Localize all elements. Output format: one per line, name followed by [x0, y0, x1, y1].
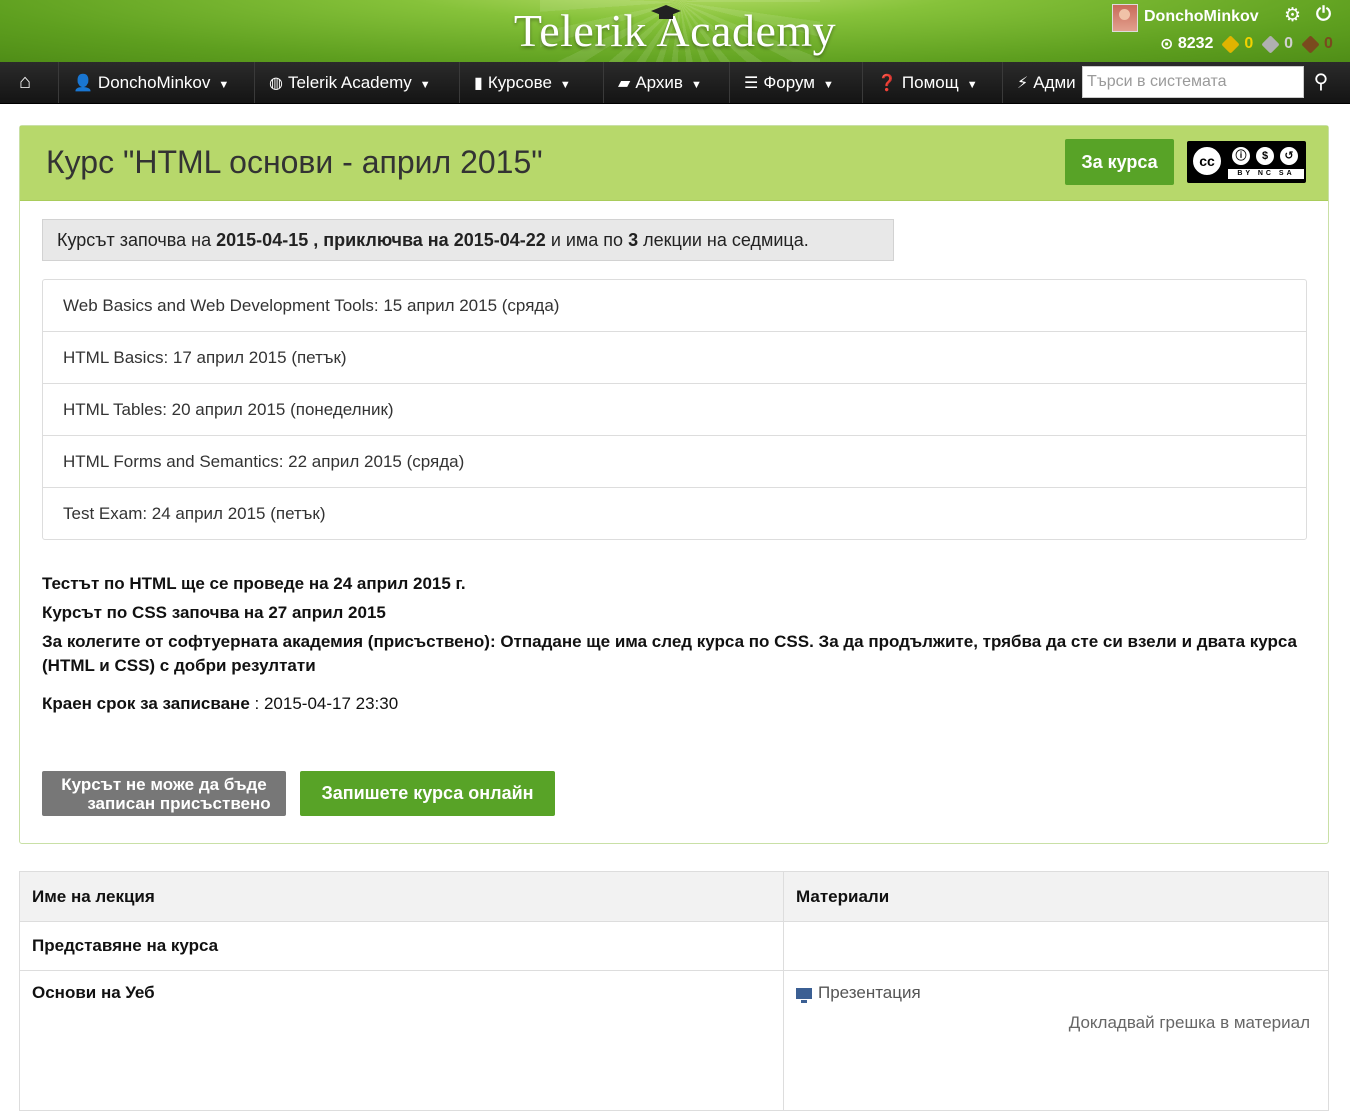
chevron-down-icon: ▼ — [559, 79, 571, 91]
nav-user-label: DonchoMinkov — [97, 73, 211, 92]
info-mid2: и има по — [550, 230, 624, 250]
sa-icon: ↺ — [1278, 145, 1300, 167]
page-title: Курс "HTML основи - април 2015" — [46, 144, 543, 180]
column-header-materials: Материали — [783, 871, 1329, 922]
nav-user-menu[interactable]: 👤 DonchoMinkov ▼ — [59, 62, 255, 103]
enroll-online-button[interactable]: Запишете курса онлайн — [300, 771, 555, 816]
question-icon: ❓ — [877, 75, 897, 92]
about-course-button[interactable]: За курса — [1065, 139, 1174, 185]
graduation-cap-icon — [651, 5, 681, 19]
silver-tag-icon — [1261, 34, 1280, 54]
chevron-down-icon: ▼ — [966, 79, 978, 91]
column-header-lecture: Име на лекция — [19, 871, 784, 922]
power-icon[interactable]: ⏻ — [1316, 4, 1331, 26]
globe-icon: ◍ — [269, 75, 283, 92]
nav-forum[interactable]: ☰ Форум ▼ — [730, 62, 863, 103]
book-icon: ▮ — [474, 75, 483, 92]
monitor-icon — [796, 988, 812, 1004]
nav-courses-label: Курсове — [487, 73, 552, 92]
nav-help-label: Помощ — [901, 73, 959, 92]
enroll-offline-button[interactable]: Курсът не може да бъде записан присъстве… — [42, 771, 286, 816]
note-html-test: Тестът по HTML ще се проведе на 24 април… — [42, 574, 466, 593]
gear-icon[interactable]: ⚙ — [1284, 4, 1301, 27]
points-value: 8232 — [1177, 35, 1214, 52]
nav-admin[interactable]: ⚡ Адми — [1003, 62, 1083, 103]
search-icon[interactable]: ⚲ — [1306, 66, 1336, 98]
lectures-table: Име на лекция Материали Представяне на к… — [19, 871, 1329, 1111]
site-header: Telerik Academy DonchoMinkov ⚙ ⏻ ⊙ 8232 … — [0, 0, 1350, 62]
offline-button-line1: Курсът не може да бъде — [61, 775, 267, 794]
report-error-link[interactable]: Докладвай грешка в материал — [796, 1013, 1310, 1033]
deadline-label: Краен срок за записване — [42, 694, 250, 713]
gold-count: 0 — [1244, 35, 1254, 52]
course-panel: Курс "HTML основи - април 2015" За курса… — [19, 125, 1329, 844]
course-notes: Тестът по HTML ще се проведе на 24 април… — [42, 572, 1312, 683]
list-item: HTML Basics: 17 април 2015 (петък) — [43, 332, 1306, 384]
nav-home[interactable]: ⌂ — [0, 62, 59, 103]
nav-archive-label: Архив — [635, 73, 683, 92]
lectures-per-week: 3 — [628, 230, 639, 250]
note-css-start: Курсът по CSS започва на 27 април 2015 — [42, 603, 386, 622]
offline-button-line2: записан присъствено — [87, 794, 271, 813]
lecture-materials: Презентация Докладвай грешка в материал — [783, 970, 1329, 1111]
course-panel-header: Курс "HTML основи - април 2015" За курса… — [20, 126, 1328, 201]
chevron-down-icon: ▼ — [690, 79, 702, 91]
cc-license-badge[interactable]: cc ⓘ $ ↺ BY NC SA — [1187, 141, 1306, 183]
nav-courses[interactable]: ▮ Курсове ▼ — [460, 62, 604, 103]
gold-tag-icon — [1221, 34, 1240, 54]
table-header-row: Име на лекция Материали — [19, 871, 1329, 922]
list-item: Web Basics and Web Development Tools: 15… — [43, 280, 1306, 332]
course-end-date: 2015-04-22 — [453, 230, 546, 250]
info-suffix: лекции на седмица. — [643, 230, 809, 250]
chevron-down-icon: ▼ — [218, 79, 230, 91]
user-icon: 👤 — [73, 75, 93, 92]
nav-admin-label: Адми — [1033, 73, 1076, 92]
deadline-value: : 2015-04-17 23:30 — [254, 694, 399, 713]
chevron-down-icon: ▼ — [419, 79, 431, 91]
bronze-tag-icon — [1300, 34, 1320, 54]
presentation-link[interactable]: Презентация — [796, 983, 1316, 1004]
nav-academy-label: Telerik Academy — [287, 73, 412, 92]
registration-deadline: Краен срок за записване : 2015-04-17 23:… — [42, 694, 398, 714]
list-item: Test Exam: 24 април 2015 (петък) — [63, 504, 326, 523]
bronze-count: 0 — [1323, 35, 1333, 52]
chevron-down-icon: ▼ — [822, 79, 834, 91]
table-row: Представяне на курса — [19, 921, 1329, 971]
avatar[interactable] — [1112, 4, 1138, 32]
nav-help[interactable]: ❓ Помощ ▼ — [863, 62, 1003, 103]
points-icon: ⊙ — [1160, 36, 1174, 53]
lecture-schedule-list: Web Basics and Web Development Tools: 15… — [42, 279, 1307, 540]
info-mid: , приключва на — [313, 230, 449, 250]
info-prefix: Курсът започва на — [57, 230, 212, 250]
silver-count: 0 — [1284, 35, 1294, 52]
presentation-label: Презентация — [818, 983, 921, 1002]
license-strip: BY NC SA — [1228, 169, 1304, 179]
lecture-name: Представяне на курса — [19, 921, 784, 971]
lecture-name: Основи на Уеб — [19, 970, 784, 1111]
course-start-date: 2015-04-15 — [216, 230, 309, 250]
table-row: Основи на Уеб Презентация Докладвай греш… — [19, 970, 1329, 1111]
list-icon: ☰ — [744, 75, 759, 92]
nav-forum-label: Форум — [763, 73, 815, 92]
user-panel: DonchoMinkov ⚙ ⏻ ⊙ 8232 0 0 0 — [1112, 4, 1344, 60]
list-item: HTML Tables: 20 април 2015 (понеделник) — [43, 384, 1306, 436]
nav-archive[interactable]: ▰ Архив ▼ — [604, 62, 730, 103]
note-attendance: За колегите от софтуерната академия (при… — [42, 632, 1297, 675]
by-icon: ⓘ — [1230, 145, 1252, 167]
user-stats: ⊙ 8232 0 0 0 — [1160, 34, 1333, 54]
course-info-bar: Курсът започва на 2015-04-15 , приключва… — [42, 219, 894, 261]
bolt-icon: ⚡ — [1017, 75, 1029, 92]
home-icon: ⌂ — [19, 71, 32, 93]
nav-telerik-academy[interactable]: ◍ Telerik Academy ▼ — [255, 62, 460, 103]
list-item: HTML Forms and Semantics: 22 април 2015 … — [43, 436, 1306, 488]
user-name-link[interactable]: DonchoMinkov — [1144, 8, 1259, 26]
cc-icon: cc — [1191, 145, 1223, 177]
folder-icon: ▰ — [618, 75, 631, 92]
nc-icon: $ — [1254, 145, 1276, 167]
search-input[interactable] — [1082, 66, 1304, 98]
lecture-materials — [783, 921, 1329, 971]
